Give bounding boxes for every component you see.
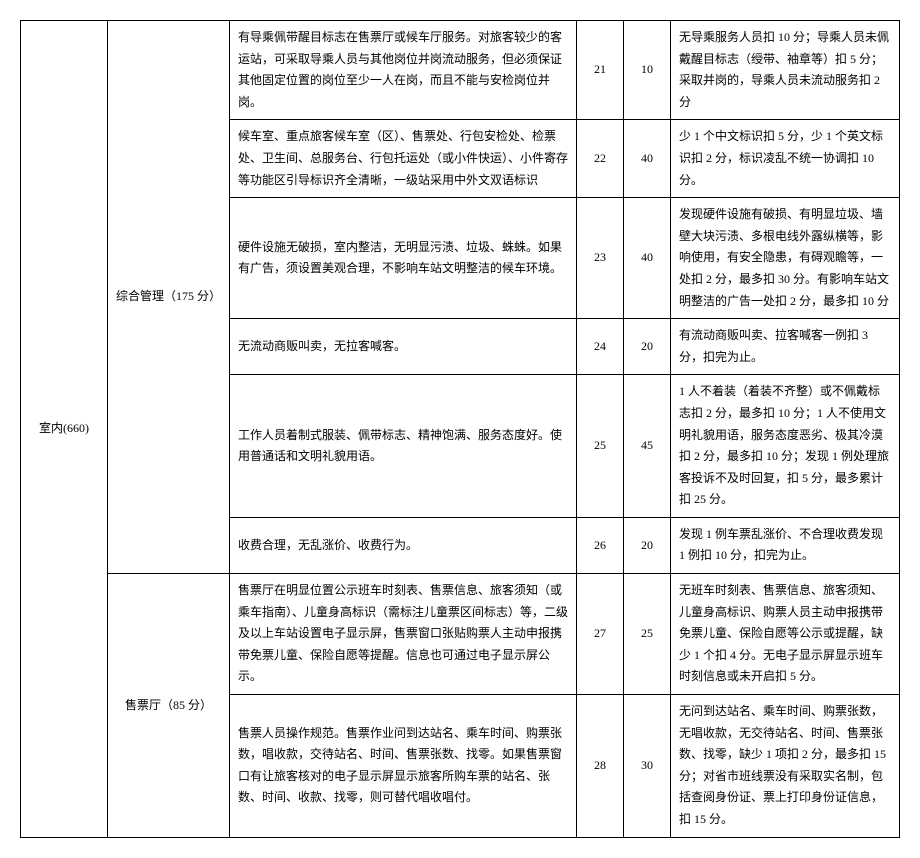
desc-cell: 售票人员操作规范。售票作业问到达站名、乘车时间、购票张数，唱收款，交待站名、时间… <box>230 695 577 838</box>
desc-cell: 硬件设施无破损，室内整洁，无明显污渍、垃圾、蛛蛛。如果有广告，须设置美观合理，不… <box>230 198 577 319</box>
num-cell: 23 <box>577 198 624 319</box>
desc-cell: 售票厅在明显位置公示班车时刻表、售票信息、旅客须知（或乘车指南）、儿童身高标识（… <box>230 574 577 695</box>
pts-cell: 40 <box>624 120 671 198</box>
ded-cell: 1 人不着装（着装不齐整）或不佩戴标志扣 2 分，最多扣 10 分；1 人不使用… <box>671 375 900 518</box>
ded-cell: 少 1 个中文标识扣 5 分，少 1 个英文标识扣 2 分，标识凌乱不统一协调扣… <box>671 120 900 198</box>
pts-cell: 25 <box>624 574 671 695</box>
num-cell: 22 <box>577 120 624 198</box>
category-2b-cell: 售票厅（85 分） <box>108 574 230 838</box>
pts-cell: 45 <box>624 375 671 518</box>
pts-cell: 30 <box>624 695 671 838</box>
pts-cell: 10 <box>624 21 671 120</box>
num-cell: 26 <box>577 517 624 573</box>
ded-cell: 发现硬件设施有破损、有明显垃圾、墙壁大块污渍、多根电线外露纵横等，影响使用，有安… <box>671 198 900 319</box>
desc-cell: 有导乘佩带醒目标志在售票厅或候车厅服务。对旅客较少的客运站，可采取导乘人员与其他… <box>230 21 577 120</box>
pts-cell: 20 <box>624 319 671 375</box>
table-row: 室内(660) 综合管理（175 分） 有导乘佩带醒目标志在售票厅或候车厅服务。… <box>21 21 900 120</box>
ded-cell: 有流动商贩叫卖、拉客喊客一例扣 3 分，扣完为止。 <box>671 319 900 375</box>
ded-cell: 发现 1 例车票乱涨价、不合理收费发现 1 例扣 10 分，扣完为止。 <box>671 517 900 573</box>
num-cell: 28 <box>577 695 624 838</box>
desc-cell: 候车室、重点旅客候车室（区）、售票处、行包安检处、检票处、卫生间、总服务台、行包… <box>230 120 577 198</box>
num-cell: 24 <box>577 319 624 375</box>
table-row: 售票厅（85 分） 售票厅在明显位置公示班车时刻表、售票信息、旅客须知（或乘车指… <box>21 574 900 695</box>
num-cell: 27 <box>577 574 624 695</box>
desc-cell: 工作人员着制式服装、佩带标志、精神饱满、服务态度好。使用普通话和文明礼貌用语。 <box>230 375 577 518</box>
desc-cell: 收费合理，无乱涨价、收费行为。 <box>230 517 577 573</box>
pts-cell: 20 <box>624 517 671 573</box>
ded-cell: 无导乘服务人员扣 10 分；导乘人员未佩戴醒目标志（绶带、袖章等）扣 5 分；采… <box>671 21 900 120</box>
desc-cell: 无流动商贩叫卖，无拉客喊客。 <box>230 319 577 375</box>
ded-cell: 无班车时刻表、售票信息、旅客须知、儿童身高标识、购票人员主动申报携带免票儿童、保… <box>671 574 900 695</box>
category-1-cell: 室内(660) <box>21 21 108 838</box>
evaluation-table: 室内(660) 综合管理（175 分） 有导乘佩带醒目标志在售票厅或候车厅服务。… <box>20 20 900 838</box>
num-cell: 25 <box>577 375 624 518</box>
num-cell: 21 <box>577 21 624 120</box>
category-2a-cell: 综合管理（175 分） <box>108 21 230 574</box>
ded-cell: 无问到达站名、乘车时间、购票张数，无唱收款，无交待站名、时间、售票张数、找零，缺… <box>671 695 900 838</box>
pts-cell: 40 <box>624 198 671 319</box>
